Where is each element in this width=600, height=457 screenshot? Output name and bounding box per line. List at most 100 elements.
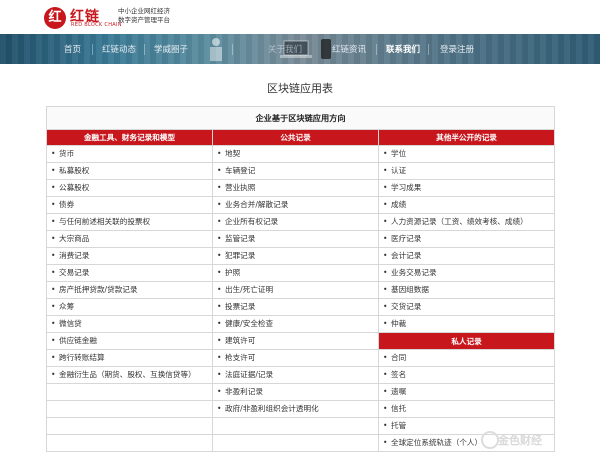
table-cell: • 基因组数据 [377,281,556,299]
table-main-header: 企业基于区块链应用方向 [45,106,556,130]
table-cell: • 业务交易记录 [377,264,556,282]
cell-text: 健康/安全检查 [225,319,274,328]
nav-bar: 首页 红链动态 学威圈子 关于我们 红链资讯 联系我们 登录注册 [0,34,600,64]
table-cell: • 地契 [212,145,379,163]
table-cell [46,434,213,452]
cell-text: 债券 [59,200,75,209]
table-main-header-row: 企业基于区块链应用方向 [45,106,556,130]
bullet-icon: • [51,166,56,175]
nav-login[interactable]: 登录注册 [440,43,474,55]
private-records-header: 私人记录 [377,332,556,350]
table-cell: • 合同 [377,349,556,367]
bullet-icon: • [217,387,222,396]
cell-text: 投票记录 [225,302,256,311]
cell-text: 监管记录 [225,234,256,243]
cell-text: 业务交易记录 [391,268,437,277]
table-cell: • 出生/死亡证明 [212,281,379,299]
nav-divider [92,44,93,55]
person-silhouette-icon [210,38,222,61]
table-row: • 消费记录 • 犯罪记录 • 会计记录 [46,247,556,265]
table-cell [46,400,213,418]
table-cell: • 交货记录 [377,298,556,316]
cell-text: 营业执照 [225,183,256,192]
cell-text: 众筹 [59,302,75,311]
cell-text: 托管 [391,421,407,430]
table-row: • 债券 • 业务合并/解散记录 • 成绩 [46,196,556,214]
table-row: • 货币 • 地契 • 学位 [46,145,556,163]
red-chain-logo-icon[interactable]: 红 [44,7,66,29]
cell-text: 学习成果 [391,183,422,192]
table-row: • 跨行转账结算 • 枪支许可 • 合同 [46,349,556,367]
cell-text: 地契 [225,149,241,158]
cell-text: 法庭证据/记录 [225,370,274,379]
bullet-icon: • [383,421,388,430]
cell-text: 交货记录 [391,302,422,311]
nav-home[interactable]: 首页 [64,43,81,55]
cell-text: 基因组数据 [391,285,429,294]
table-cell: • 医疗记录 [377,230,556,248]
table-row: • 托管 [46,417,556,435]
nav-contact[interactable]: 联系我们 [386,43,420,55]
cell-text: 认证 [391,166,407,175]
nav-news[interactable]: 红链动态 [102,43,136,55]
site-header: 红 红链 RED BLOCK CHAIN 中小企业网红经济 数字资产管理平台 [0,0,600,34]
table-cell: • 非盈利记录 [212,383,379,401]
cell-text: 遗嘱 [391,387,407,396]
bullet-icon: • [383,404,388,413]
nav-about[interactable]: 关于我们 [268,43,302,55]
table-cell: • 枪支许可 [212,349,379,367]
bullet-icon: • [217,183,222,192]
bullet-icon: • [217,370,222,379]
table-cell: • 信托 [377,400,556,418]
bullet-icon: • [217,234,222,243]
cell-text: 与任何前述相关联的投票权 [59,217,151,226]
tagline-line-2: 数字资产管理平台 [118,16,170,24]
bullet-icon: • [383,353,388,362]
table-cell: • 供应链金融 [46,332,213,350]
nav-info[interactable]: 红链资讯 [332,43,366,55]
cell-text: 跨行转账结算 [59,353,105,362]
table-cell: • 公募股权 [46,179,213,197]
table-cell: • 车辆登记 [212,162,379,180]
cell-text: 会计记录 [391,251,422,260]
cell-text: 供应链金融 [59,336,97,345]
table-cell: • 货币 [46,145,213,163]
table-row: • 政府/非盈利组织会计透明化 • 信托 [46,400,556,418]
table-cell: • 仲裁 [377,315,556,333]
column-header-financial: 金融工具、财务记录和模型 [46,129,213,146]
nav-circle[interactable]: 学威圈子 [154,43,188,55]
cell-text: 货币 [59,149,75,158]
bullet-icon: • [383,166,388,175]
cell-text: 私募股权 [59,166,90,175]
table-cell: • 金融衍生品（期货、股权、互换信贷等） [46,366,213,384]
table-cell [212,434,379,452]
table-cell: • 护照 [212,264,379,282]
table-cell: • 认证 [377,162,556,180]
cell-text: 犯罪记录 [225,251,256,260]
bullet-icon: • [217,268,222,277]
table-row: • 房产抵押贷款/贷款记录 • 出生/死亡证明 • 基因组数据 [46,281,556,299]
table-cell: • 监管记录 [212,230,379,248]
bullet-icon: • [51,285,56,294]
bullet-icon: • [383,251,388,260]
table-cell: • 学习成果 [377,179,556,197]
cell-text: 合同 [391,353,407,362]
bullet-icon: • [383,302,388,311]
column-header-public: 公共记录 [212,129,379,146]
bullet-icon: • [217,404,222,413]
table-cell: • 投票记录 [212,298,379,316]
table-cell: • 成绩 [377,196,556,214]
table-cell [46,383,213,401]
table-cell: • 业务合并/解散记录 [212,196,379,214]
table-cell: • 企业所有权记录 [212,213,379,231]
cell-text: 建筑许可 [225,336,256,345]
cell-text: 交易记录 [59,268,90,277]
table-row: • 与任何前述相关联的投票权 • 企业所有权记录 • 人力资源记录（工资、绩效考核、成绩） [46,213,556,231]
bullet-icon: • [383,183,388,192]
nav-divider [428,44,429,55]
bullet-icon: • [383,438,388,447]
bullet-icon: • [383,234,388,243]
table-row: • 众筹 • 投票记录 • 交货记录 [46,298,556,316]
table-row: • 公募股权 • 营业执照 • 学习成果 [46,179,556,197]
table-cell: • 私募股权 [46,162,213,180]
